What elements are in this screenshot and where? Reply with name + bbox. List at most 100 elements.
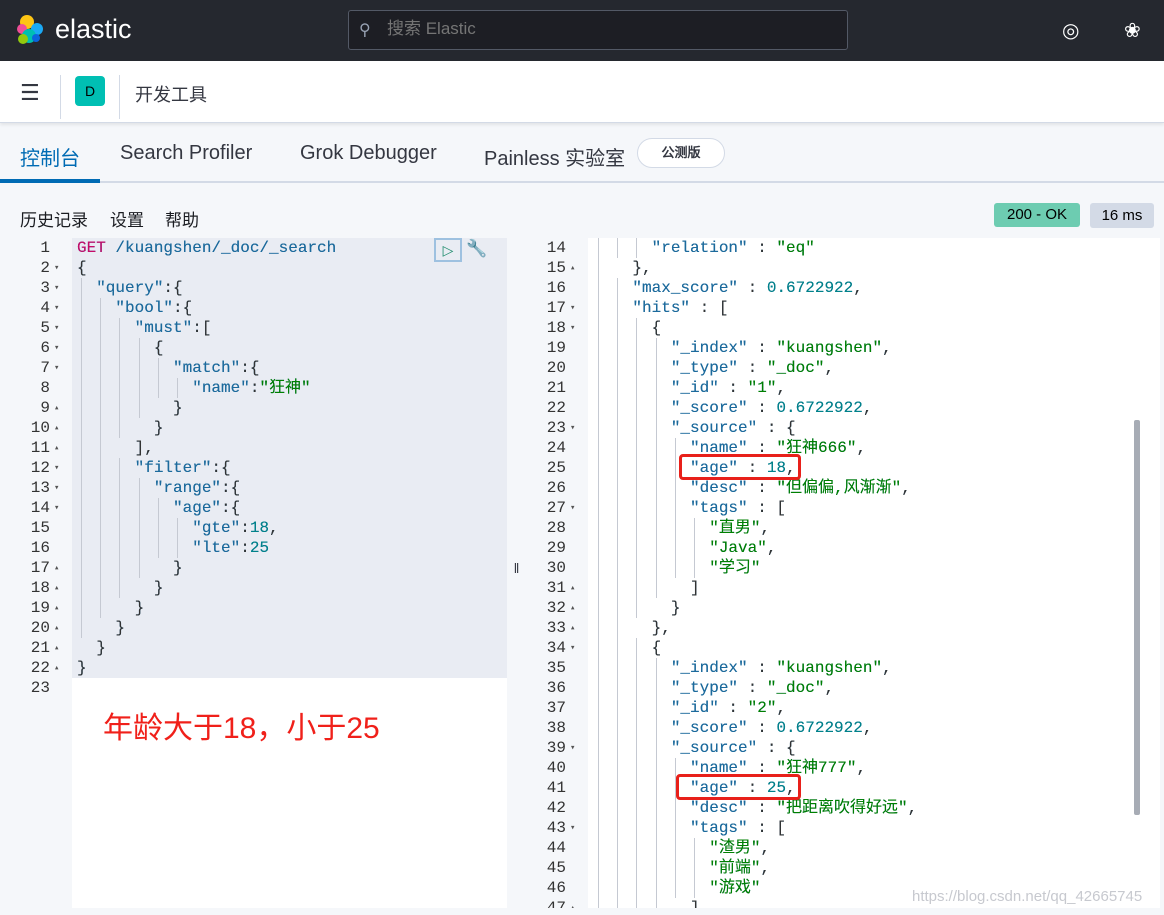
unfold-toggle-icon[interactable]: ▴ bbox=[54, 438, 59, 458]
unfold-toggle-icon[interactable]: ▴ bbox=[570, 618, 575, 638]
space-avatar[interactable]: D bbox=[75, 76, 105, 106]
help-link[interactable]: 帮助 bbox=[165, 206, 199, 231]
code-line: } bbox=[77, 559, 183, 577]
line-number: 22 bbox=[30, 659, 50, 677]
code-line: "_type" : "_doc", bbox=[594, 679, 835, 697]
line-number: 28 bbox=[546, 519, 566, 537]
line-number: 14 bbox=[546, 239, 566, 257]
code-line: "range":{ bbox=[77, 479, 241, 497]
code-line: } bbox=[77, 399, 183, 417]
code-line: "_index" : "kuangshen", bbox=[594, 659, 892, 677]
line-number: 41 bbox=[546, 779, 566, 797]
fold-toggle-icon[interactable]: ▾ bbox=[570, 318, 575, 338]
line-number: 47 bbox=[546, 899, 566, 908]
line-number: 25 bbox=[546, 459, 566, 477]
line-number: 17 bbox=[30, 559, 50, 577]
fold-toggle-icon[interactable]: ▾ bbox=[54, 498, 59, 518]
fold-toggle-icon[interactable]: ▾ bbox=[570, 738, 575, 758]
line-number: 4 bbox=[40, 299, 50, 317]
unfold-toggle-icon[interactable]: ▴ bbox=[54, 558, 59, 578]
response-time-badge: 16 ms bbox=[1090, 203, 1154, 228]
code-line: "前端", bbox=[594, 859, 771, 877]
history-link[interactable]: 历史记录 bbox=[20, 206, 88, 231]
fold-toggle-icon[interactable]: ▾ bbox=[54, 278, 59, 298]
code-line: "_id" : "1", bbox=[594, 379, 787, 397]
tab-grok-debugger[interactable]: Grok Debugger bbox=[300, 142, 437, 165]
tab-painless-lab[interactable]: Painless 实验室 bbox=[484, 142, 625, 171]
response-editor[interactable]: 14 "relation" : "eq" "relation" : "eq" 15… bbox=[526, 238, 1160, 908]
line-number: 46 bbox=[546, 879, 566, 897]
line-number: 10 bbox=[30, 419, 50, 437]
unfold-toggle-icon[interactable]: ▴ bbox=[570, 578, 575, 598]
unfold-toggle-icon[interactable]: ▴ bbox=[570, 598, 575, 618]
code-line: { bbox=[77, 259, 87, 277]
menu-icon[interactable]: ☰ bbox=[20, 80, 40, 106]
tab-console[interactable]: 控制台 bbox=[20, 142, 80, 171]
code-line: "游戏" bbox=[594, 879, 761, 897]
code-line: "_id" : "2", bbox=[594, 699, 787, 717]
line-number: 2 bbox=[40, 259, 50, 277]
code-line: "_score" : 0.6722922, bbox=[594, 399, 873, 417]
unfold-toggle-icon[interactable]: ▴ bbox=[570, 898, 575, 908]
line-number: 44 bbox=[546, 839, 566, 857]
code-line: "name":"狂神" bbox=[77, 379, 311, 397]
breadcrumb-bar: ☰ D 开发工具 bbox=[0, 61, 1164, 123]
unfold-toggle-icon[interactable]: ▴ bbox=[570, 258, 575, 278]
line-number: 23 bbox=[546, 419, 566, 437]
fold-toggle-icon[interactable]: ▾ bbox=[54, 298, 59, 318]
code-line: ] bbox=[594, 579, 700, 597]
annotation-text: 年龄大于18，小于25 bbox=[103, 712, 380, 745]
line-number: 7 bbox=[40, 359, 50, 377]
code-line: "must":[ bbox=[77, 319, 212, 337]
elastic-logo-icon[interactable] bbox=[15, 14, 45, 46]
fold-toggle-icon[interactable]: ▾ bbox=[54, 458, 59, 478]
fold-toggle-icon[interactable]: ▾ bbox=[54, 338, 59, 358]
unfold-toggle-icon[interactable]: ▴ bbox=[54, 638, 59, 658]
code-line: "渣男", bbox=[594, 839, 771, 857]
code-line: { bbox=[594, 639, 662, 657]
unfold-toggle-icon[interactable]: ▴ bbox=[54, 398, 59, 418]
unfold-toggle-icon[interactable]: ▴ bbox=[54, 658, 59, 678]
code-line: "max_score" : 0.6722922, bbox=[594, 279, 863, 297]
search-input[interactable] bbox=[387, 19, 827, 39]
code-line: ], bbox=[77, 439, 154, 457]
code-line: ] bbox=[594, 899, 700, 908]
top-bar: elastic ⚲ ◎ ❀ bbox=[0, 0, 1164, 61]
code-line: GET /kuangshen/_doc/_search bbox=[77, 239, 337, 257]
line-number: 42 bbox=[546, 799, 566, 817]
line-number: 26 bbox=[546, 479, 566, 497]
beta-badge: 公测版 bbox=[637, 138, 725, 168]
line-number: 8 bbox=[40, 379, 50, 397]
fold-toggle-icon[interactable]: ▾ bbox=[570, 418, 575, 438]
line-number: 15 bbox=[30, 519, 50, 537]
settings-link[interactable]: 设置 bbox=[110, 206, 144, 231]
global-search[interactable]: ⚲ bbox=[348, 10, 848, 50]
unfold-toggle-icon[interactable]: ▴ bbox=[54, 418, 59, 438]
tab-search-profiler[interactable]: Search Profiler bbox=[120, 142, 252, 165]
run-request-button[interactable]: ▷ bbox=[434, 238, 462, 262]
scrollbar[interactable] bbox=[1134, 420, 1140, 815]
wrench-settings-icon[interactable]: 🔧 bbox=[466, 239, 487, 259]
fold-toggle-icon[interactable]: ▾ bbox=[570, 498, 575, 518]
devtools-tabs: 控制台 Search Profiler Grok Debugger Painle… bbox=[0, 123, 1164, 183]
line-number: 18 bbox=[546, 319, 566, 337]
resize-handle[interactable]: ‖ bbox=[507, 238, 526, 908]
line-number: 22 bbox=[546, 399, 566, 417]
unfold-toggle-icon[interactable]: ▴ bbox=[54, 578, 59, 598]
code-line: } bbox=[594, 599, 681, 617]
fold-toggle-icon[interactable]: ▾ bbox=[570, 298, 575, 318]
help-lifebuoy-icon[interactable]: ◎ bbox=[1062, 18, 1079, 43]
fold-toggle-icon[interactable]: ▾ bbox=[54, 478, 59, 498]
fold-toggle-icon[interactable]: ▾ bbox=[570, 638, 575, 658]
fold-toggle-icon[interactable]: ▾ bbox=[54, 258, 59, 278]
fold-toggle-icon[interactable]: ▾ bbox=[54, 358, 59, 378]
newsfeed-icon[interactable]: ❀ bbox=[1124, 18, 1141, 43]
unfold-toggle-icon[interactable]: ▴ bbox=[54, 618, 59, 638]
line-number: 5 bbox=[40, 319, 50, 337]
active-tab-indicator bbox=[0, 179, 100, 183]
fold-toggle-icon[interactable]: ▾ bbox=[570, 818, 575, 838]
code-line: "hits" : [ bbox=[594, 299, 729, 317]
fold-toggle-icon[interactable]: ▾ bbox=[54, 318, 59, 338]
unfold-toggle-icon[interactable]: ▴ bbox=[54, 598, 59, 618]
request-editor[interactable]: 1 GET /kuangshen/_doc/_search GET /kuangsh… bbox=[10, 238, 507, 908]
